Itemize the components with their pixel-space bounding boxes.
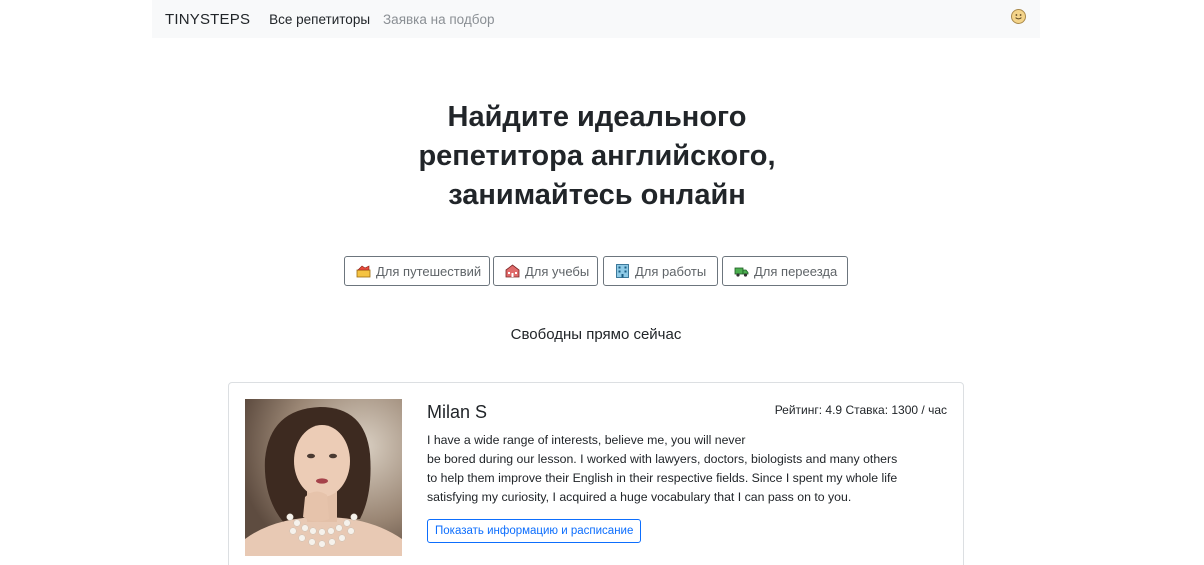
tutor-name: Milan S — [427, 402, 488, 422]
school-icon — [505, 264, 520, 278]
bio-line: I have a wide range of interests, believ… — [427, 433, 746, 447]
goal-work-button[interactable]: Для работы — [603, 256, 718, 286]
tutor-bio: I have a wide range of interests, believ… — [427, 431, 947, 507]
nav-link-all-tutors[interactable]: Все репетиторы — [269, 12, 370, 27]
nav-link-request[interactable]: Заявка на подбор — [383, 12, 494, 27]
hero-title: Найдите идеального репетитора английског… — [352, 98, 842, 215]
travel-icon — [356, 264, 371, 278]
goal-work-label: Для работы — [635, 263, 707, 279]
tutor-card: Milan S Рейтинг: 4.9 Ставка: 1300 / час … — [228, 382, 964, 565]
brand-logo[interactable]: TINYSTEPS — [165, 11, 250, 28]
hero-line-1: Найдите идеального — [447, 101, 747, 133]
hero-line-2: репетитора английского, — [418, 140, 776, 172]
bio-line: to help them improve their English in th… — [427, 471, 898, 485]
hero-line-3: занимайтесь онлайн — [448, 179, 746, 211]
goal-travel-label: Для путешествий — [376, 263, 482, 279]
available-now-heading: Свободны прямо сейчас — [510, 326, 682, 343]
smiley-face-icon[interactable] — [1011, 9, 1026, 24]
goal-study-label: Для учебы — [525, 263, 590, 279]
office-building-icon — [615, 264, 630, 278]
moving-truck-icon — [734, 264, 749, 278]
goal-relocation-label: Для переезда — [754, 263, 838, 279]
tutor-photo — [245, 399, 402, 556]
navbar: TINYSTEPS Все репетиторы Заявка на подбо… — [152, 0, 1040, 38]
goal-study-button[interactable]: Для учебы — [493, 256, 598, 286]
bio-line: be bored during our lesson. I worked wit… — [427, 452, 898, 466]
goal-relocation-button[interactable]: Для переезда — [722, 256, 848, 286]
tutor-rating-rate: Рейтинг: 4.9 Ставка: 1300 / час — [774, 403, 947, 417]
show-info-schedule-button[interactable]: Показать информацию и расписание — [427, 519, 642, 543]
bio-line: satisfying my curiosity, I acquired a hu… — [427, 490, 852, 504]
goal-travel-button[interactable]: Для путешествий — [344, 256, 490, 286]
